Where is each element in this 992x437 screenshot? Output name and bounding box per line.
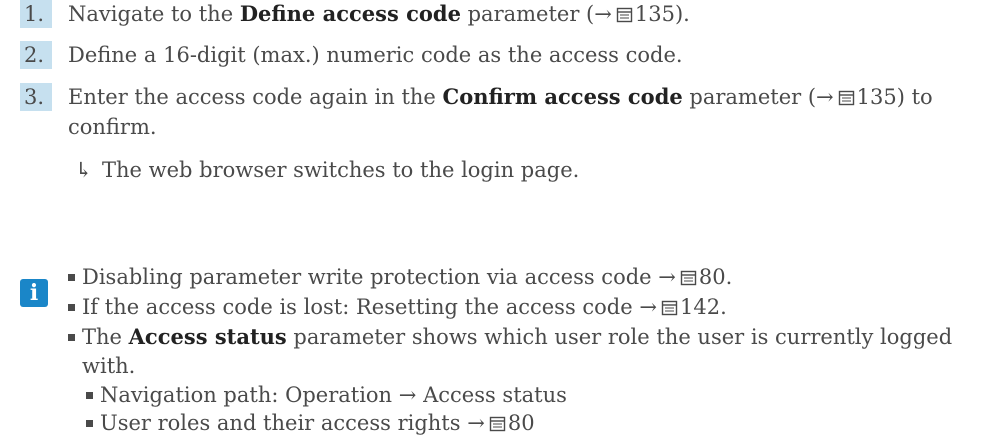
parameter-name: Confirm access code [442,84,683,109]
bullet-icon [86,392,93,399]
book-icon [616,7,633,23]
page-reference[interactable]: → 80 [467,409,534,437]
result-text: The web browser switches to the login pa… [102,158,580,182]
step-text: Enter the access code again in the Confi… [68,83,933,111]
book-icon [489,416,506,432]
parameter-name: Define access code [239,1,461,26]
bullet-icon [68,274,75,281]
info-text: Navigation path: Operation → Access stat… [100,383,567,407]
step-text: Define a 16-digit (max.) numeric code as… [68,43,683,67]
info-icon: i [20,279,48,307]
step-text: Navigate to the Define access code param… [68,0,690,28]
parameter-name: Access status [128,324,287,349]
book-icon [680,270,697,286]
book-icon [838,90,854,106]
info-text: User roles and their access rights → 80 [100,409,535,437]
page-reference[interactable]: → 80. [658,263,732,291]
bullet-icon [86,420,93,427]
step-number: 2. [20,41,52,69]
info-text: The Access status parameter shows which … [82,324,953,349]
bullet-icon [68,304,75,311]
info-text: Disabling parameter write protection via… [82,263,733,291]
step-number: 1. [20,0,52,28]
bullet-icon [68,334,75,341]
book-icon [661,300,678,316]
result-arrow-icon: ↳ [75,158,93,182]
page-reference[interactable]: → 142. [639,293,726,321]
step-number: 3. [20,83,52,111]
page-reference[interactable]: → 135 [594,0,675,28]
page-reference[interactable]: → 135 [816,83,897,111]
info-text: If the access code is lost: Resetting th… [82,293,727,321]
